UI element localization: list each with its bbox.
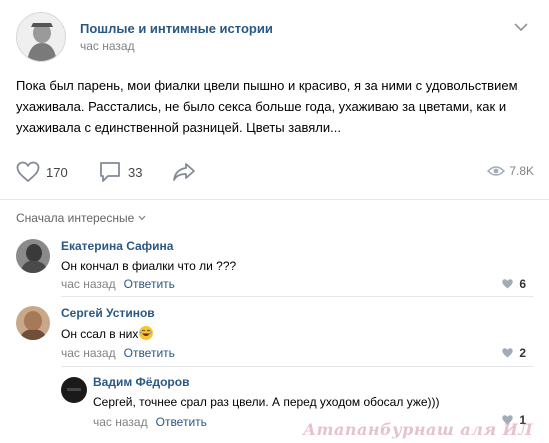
comment-time[interactable]: час назад — [93, 415, 148, 429]
comment-like-button[interactable]: 6 — [502, 277, 526, 291]
reply-button[interactable]: Ответить — [124, 346, 175, 360]
comment-like-count: 6 — [519, 277, 526, 291]
comments-sort-dropdown[interactable]: Сначала интересные — [16, 211, 146, 225]
post-header: Пошлые и интимные истории час назад — [16, 12, 536, 64]
avatar[interactable] — [16, 306, 50, 340]
chevron-down-icon[interactable] — [514, 22, 528, 32]
eye-icon — [487, 166, 506, 176]
views-counter: 7.8K — [487, 164, 534, 178]
share-arrow-icon — [173, 163, 195, 181]
comment-time[interactable]: час назад — [61, 277, 116, 291]
comment-meta: час назад Ответить — [61, 277, 175, 291]
comment-like-button[interactable]: 2 — [502, 346, 526, 360]
group-avatar[interactable] — [16, 12, 66, 62]
comment-text: Сергей, точнее срал раз цвели. А перед у… — [93, 395, 440, 409]
divider — [0, 199, 549, 200]
like-button[interactable]: 170 — [16, 158, 68, 186]
post-time[interactable]: час назад — [80, 39, 135, 53]
heart-icon — [502, 348, 514, 358]
reply-button[interactable]: Ответить — [124, 277, 175, 291]
laughing-emoji-icon — [139, 326, 154, 340]
comment-meta: час назад Ответить — [61, 346, 175, 360]
avatar[interactable] — [61, 377, 87, 403]
comment-author[interactable]: Сергей Устинов — [61, 306, 155, 320]
avatar[interactable] — [16, 239, 50, 273]
chevron-down-icon — [138, 215, 146, 221]
reply-button[interactable]: Ответить — [156, 415, 207, 429]
comment-author[interactable]: Екатерина Сафина — [61, 239, 173, 253]
comment-meta: час назад Ответить — [93, 415, 207, 429]
share-button[interactable] — [172, 158, 196, 186]
comment-item: Екатерина Сафина Он кончал в фиалки что … — [16, 239, 534, 295]
post-actions: 170 33 7.8K — [16, 158, 534, 186]
post-text: Пока был парень, мои фиалки цвели пышно … — [16, 78, 518, 135]
divider — [61, 296, 534, 297]
watermark: Атапанбурнаш аля ИЛ — [303, 420, 533, 439]
comment-count: 33 — [128, 164, 143, 180]
comment-time[interactable]: час назад — [61, 346, 116, 360]
group-name-link[interactable]: Пошлые и интимные истории — [80, 21, 273, 36]
heart-icon — [16, 161, 40, 183]
like-count: 170 — [46, 164, 68, 180]
divider — [61, 366, 534, 367]
comment-bubble-icon — [100, 162, 120, 182]
sort-label: Сначала интересные — [16, 211, 135, 225]
comment-item: Сергей Устинов Он ссал в них час назад От… — [16, 306, 534, 362]
comment-author[interactable]: Вадим Фёдоров — [93, 375, 189, 389]
views-count: 7.8K — [509, 164, 534, 178]
comment-text: Он ссал в них — [61, 327, 139, 341]
comment-like-count: 2 — [519, 346, 526, 360]
comment-text-row: Он ссал в них — [61, 326, 154, 341]
comment-text: Он кончал в фиалки что ли ??? — [61, 259, 237, 273]
group-avatar-image — [17, 13, 65, 61]
heart-icon — [502, 279, 514, 289]
comment-button[interactable]: 33 — [98, 158, 142, 186]
